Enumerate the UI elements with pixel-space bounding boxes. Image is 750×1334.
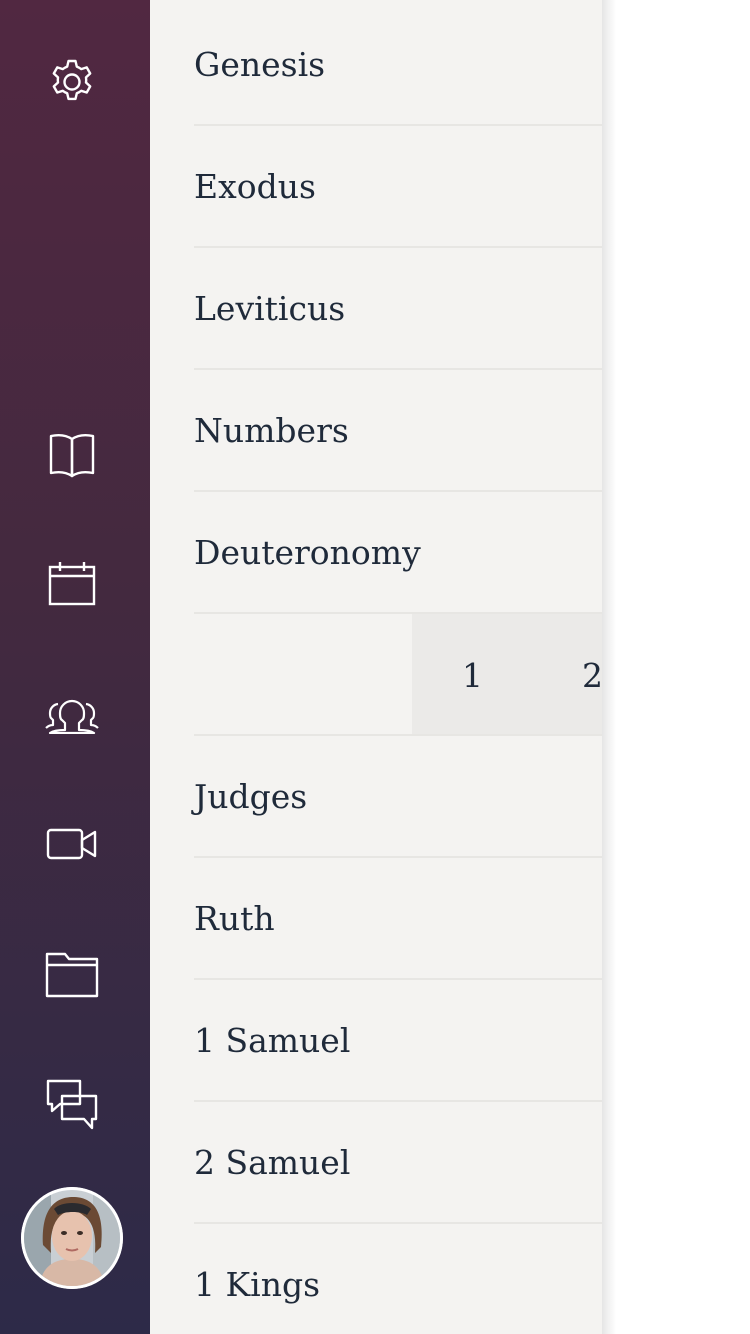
- book-label: Leviticus: [194, 289, 346, 328]
- files-button[interactable]: [22, 924, 122, 1024]
- calendar-button[interactable]: [22, 535, 122, 635]
- list-item[interactable]: Genesis: [194, 4, 602, 126]
- list-item[interactable]: Numbers: [194, 370, 602, 492]
- chapter-button[interactable]: 2: [582, 614, 602, 734]
- messages-button[interactable]: [22, 1054, 122, 1154]
- list-item[interactable]: Leviticus: [194, 248, 602, 370]
- user-avatar-image: [21, 1187, 123, 1289]
- book-icon: [49, 434, 95, 478]
- book-label: 1 Samuel: [194, 1021, 351, 1060]
- book-list-panel: Genesis Exodus Leviticus Numbers Deutero…: [150, 0, 602, 1334]
- list-item[interactable]: Exodus: [194, 126, 602, 248]
- app: Genesis Exodus Leviticus Numbers Deutero…: [0, 0, 750, 1334]
- list-item[interactable]: 1 Samuel: [194, 980, 602, 1102]
- chat-icon: [46, 1079, 98, 1130]
- calendar-icon: [48, 562, 96, 606]
- video-icon: [46, 828, 97, 860]
- chapter-strip: 1 2: [412, 614, 602, 734]
- list-item[interactable]: Deuteronomy: [194, 492, 602, 614]
- book-label: Deuteronomy: [194, 533, 421, 572]
- chapter-selector: 1 2: [194, 614, 602, 736]
- book-label: Numbers: [194, 411, 349, 450]
- list-item[interactable]: Ruth: [194, 858, 602, 980]
- book-label: 1 Kings: [194, 1265, 321, 1304]
- chapter-button[interactable]: 1: [462, 614, 483, 734]
- avatar[interactable]: [21, 1187, 123, 1289]
- book-label: 2 Samuel: [194, 1143, 351, 1182]
- bible-button[interactable]: [22, 404, 122, 504]
- gear-icon: [52, 59, 92, 101]
- list-item[interactable]: 1 Kings: [194, 1224, 602, 1334]
- groups-button[interactable]: [22, 664, 122, 764]
- list-item[interactable]: 2 Samuel: [194, 1102, 602, 1224]
- folder-icon: [45, 952, 99, 998]
- settings-button[interactable]: [22, 33, 122, 133]
- book-label: Judges: [194, 777, 308, 816]
- book-label: Ruth: [194, 899, 275, 938]
- book-label: Genesis: [194, 45, 326, 84]
- book-label: Exodus: [194, 167, 316, 206]
- panel-edge-shadow: [602, 0, 616, 1334]
- list-item[interactable]: Judges: [194, 736, 602, 858]
- group-icon: [45, 699, 99, 734]
- icon-sidebar: [0, 0, 150, 1334]
- video-button[interactable]: [22, 794, 122, 894]
